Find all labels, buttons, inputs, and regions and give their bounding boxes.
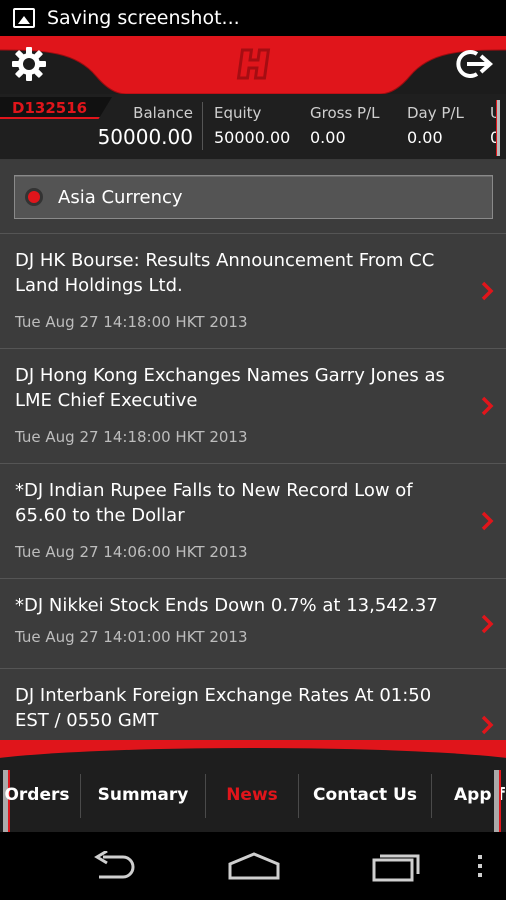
- image-icon: [13, 8, 35, 28]
- equity-value: 50000.00: [214, 128, 291, 147]
- overflow-menu-button[interactable]: [470, 848, 490, 884]
- chevron-right-icon: [481, 281, 494, 301]
- balance-value: 50000.00: [97, 125, 193, 149]
- logo-h-icon: [236, 48, 271, 80]
- news-title: DJ HK Bourse: Results Announcement From …: [15, 250, 435, 296]
- day-pl-metric: Day P/L 0.00: [407, 104, 464, 147]
- scroll-right-indicator[interactable]: [494, 770, 501, 832]
- system-nav-bar: [0, 832, 506, 900]
- tabbar-accent: [0, 740, 506, 758]
- horizontal-scroll-indicator[interactable]: [496, 100, 500, 156]
- equity-label: Equity: [214, 104, 262, 122]
- chevron-right-icon: [481, 511, 494, 531]
- day-pl-value: 0.00: [407, 128, 443, 147]
- news-title: DJ Hong Kong Exchanges Names Garry Jones…: [15, 365, 445, 411]
- balance-label: Balance: [133, 104, 193, 122]
- news-item[interactable]: *DJ Indian Rupee Falls to New Record Low…: [0, 463, 506, 578]
- back-button[interactable]: [86, 848, 142, 884]
- news-list: DJ HK Bourse: Results Announcement From …: [0, 233, 506, 740]
- news-item[interactable]: DJ Interbank Foreign Exchange Rates At 0…: [0, 668, 506, 740]
- news-content: Asia Currency DJ HK Bourse: Results Anno…: [0, 160, 506, 740]
- home-button[interactable]: [224, 848, 284, 884]
- tab-summary[interactable]: Summary: [81, 758, 205, 832]
- tab-contact-us[interactable]: Contact Us: [299, 758, 431, 832]
- radio-dot-icon: [28, 191, 40, 203]
- logout-icon: [456, 50, 494, 78]
- status-text: Saving screenshot...: [47, 7, 240, 29]
- chevron-right-icon: [481, 614, 494, 633]
- balance-metric: Balance 50000.00: [98, 104, 193, 149]
- equity-metric: Equity 50000.00: [214, 104, 290, 147]
- gear-icon: [12, 47, 46, 81]
- news-item[interactable]: DJ Hong Kong Exchanges Names Garry Jones…: [0, 348, 506, 463]
- gross-pl-value: 0.00: [310, 128, 346, 147]
- status-bar: Saving screenshot...: [0, 0, 506, 36]
- news-item[interactable]: *DJ Nikkei Stock Ends Down 0.7% at 13,54…: [0, 578, 506, 668]
- news-date: Tue Aug 27 14:18:00 HKT 2013: [15, 313, 248, 331]
- news-title: DJ Interbank Foreign Exchange Rates At 0…: [15, 685, 432, 731]
- tab-orders[interactable]: Orders: [0, 758, 80, 832]
- more-vertical-icon: [478, 855, 482, 877]
- settings-button[interactable]: [11, 46, 49, 84]
- gross-pl-label: Gross P/L: [310, 104, 380, 122]
- chevron-right-icon: [481, 396, 494, 416]
- home-icon: [228, 852, 280, 880]
- chevron-right-icon: [481, 715, 494, 735]
- logout-button[interactable]: [455, 46, 494, 84]
- bottom-tab-bar: Orders Summary News Contact Us App f: [0, 758, 506, 832]
- news-date: Tue Aug 27 14:01:00 HKT 2013: [15, 628, 248, 646]
- category-filter-label: Asia Currency: [58, 186, 183, 208]
- news-title: *DJ Indian Rupee Falls to New Record Low…: [15, 480, 413, 526]
- news-item[interactable]: DJ HK Bourse: Results Announcement From …: [0, 233, 506, 348]
- back-icon: [94, 851, 135, 879]
- category-filter[interactable]: Asia Currency: [14, 175, 493, 219]
- recent-apps-icon: [372, 854, 420, 882]
- recent-apps-button[interactable]: [368, 848, 424, 884]
- account-id: D132516: [0, 97, 112, 119]
- news-title: *DJ Nikkei Stock Ends Down 0.7% at 13,54…: [15, 595, 438, 616]
- gross-pl-metric: Gross P/L 0.00: [310, 104, 380, 147]
- divider: [202, 102, 203, 150]
- day-pl-label: Day P/L: [407, 104, 464, 122]
- news-date: Tue Aug 27 14:06:00 HKT 2013: [15, 543, 248, 561]
- app-header: [0, 36, 506, 94]
- news-date: Tue Aug 27 14:18:00 HKT 2013: [15, 428, 248, 446]
- account-summary-bar[interactable]: D132516 Balance 50000.00 Equity 50000.00…: [0, 94, 506, 160]
- tab-news[interactable]: News: [206, 758, 298, 832]
